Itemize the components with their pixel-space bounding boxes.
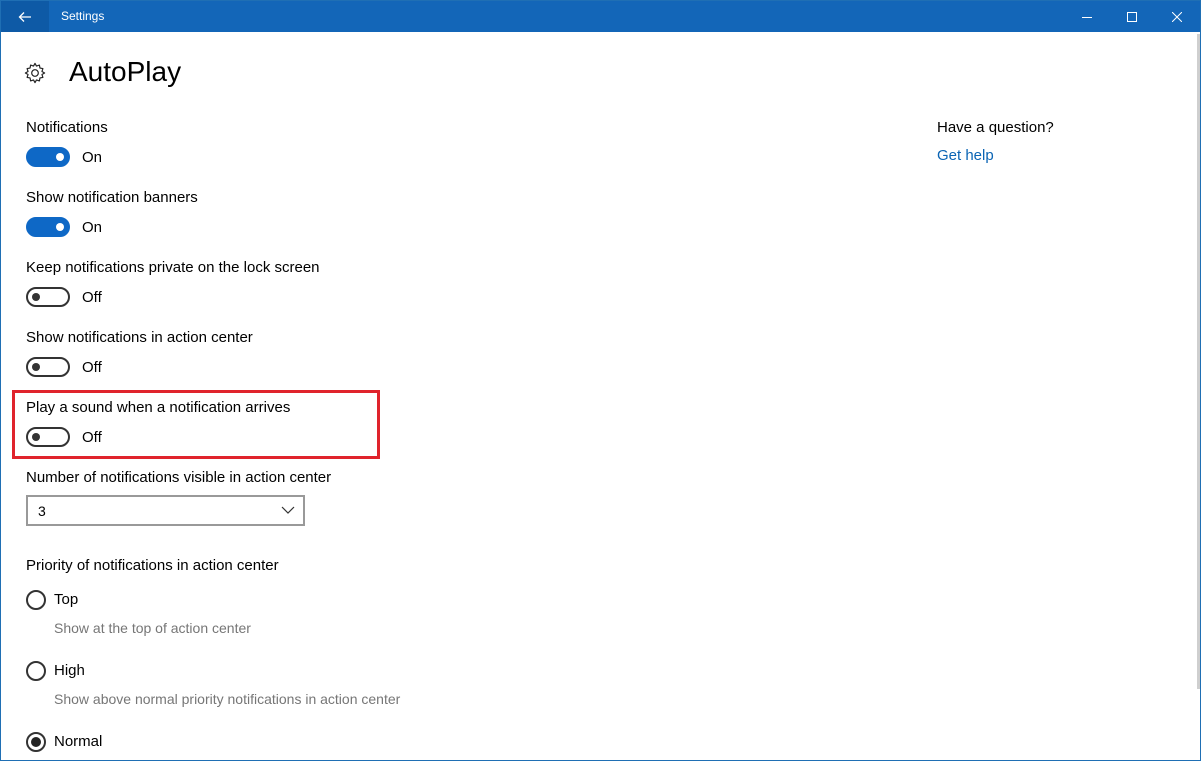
radio-high-label: High xyxy=(54,662,85,679)
toggle-knob xyxy=(32,433,40,441)
radio-high[interactable] xyxy=(26,661,46,681)
radio-top[interactable] xyxy=(26,590,46,610)
toggle-knob xyxy=(56,153,64,161)
priority-label: Priority of notifications in action cent… xyxy=(26,557,279,574)
banners-toggle-state: On xyxy=(82,219,103,236)
banners-toggle[interactable] xyxy=(26,217,70,237)
close-button[interactable] xyxy=(1154,1,1200,32)
action-center-toggle-state: Off xyxy=(82,359,102,376)
get-help-link[interactable]: Get help xyxy=(937,147,994,164)
visible-count-dropdown[interactable]: 3 xyxy=(26,495,305,526)
help-question: Have a question? xyxy=(937,119,1054,136)
arrow-left-icon xyxy=(18,11,31,22)
radio-normal-label: Normal xyxy=(54,733,103,750)
setting-label-action-center: Show notifications in action center xyxy=(26,329,253,346)
notifications-toggle-state: On xyxy=(82,149,103,166)
radio-top-description: Show at the top of action center xyxy=(54,620,251,636)
toggle-knob xyxy=(56,223,64,231)
setting-label-sound: Play a sound when a notification arrives xyxy=(26,399,291,416)
visible-count-label: Number of notifications visible in actio… xyxy=(26,469,332,486)
setting-label-banners: Show notification banners xyxy=(26,189,198,206)
toggle-knob xyxy=(32,363,40,371)
setting-label-notifications: Notifications xyxy=(26,119,108,136)
window-title: Settings xyxy=(61,9,105,23)
radio-high-description: Show above normal priority notifications… xyxy=(54,691,401,707)
private-toggle-state: Off xyxy=(82,289,102,306)
private-toggle[interactable] xyxy=(26,287,70,307)
dropdown-value: 3 xyxy=(38,503,46,519)
close-icon xyxy=(1172,11,1182,22)
minimize-icon xyxy=(1082,16,1092,18)
action-center-toggle[interactable] xyxy=(26,357,70,377)
gear-icon xyxy=(24,62,46,89)
settings-window: Settings AutoPlay Notifications On Show … xyxy=(0,0,1201,761)
scrollbar[interactable] xyxy=(1197,34,1200,689)
maximize-icon xyxy=(1127,11,1137,22)
sound-toggle-state: Off xyxy=(82,429,102,446)
radio-selected-dot xyxy=(31,737,41,747)
minimize-button[interactable] xyxy=(1064,1,1110,32)
page-title: AutoPlay xyxy=(69,56,182,87)
radio-top-label: Top xyxy=(54,591,79,608)
back-button[interactable] xyxy=(1,1,49,32)
title-bar: Settings xyxy=(1,1,1200,32)
notifications-toggle[interactable] xyxy=(26,147,70,167)
setting-label-private: Keep notifications private on the lock s… xyxy=(26,259,320,276)
maximize-button[interactable] xyxy=(1109,1,1155,32)
toggle-knob xyxy=(32,293,40,301)
chevron-down-icon xyxy=(281,506,295,514)
radio-normal[interactable] xyxy=(26,732,46,752)
sound-toggle[interactable] xyxy=(26,427,70,447)
